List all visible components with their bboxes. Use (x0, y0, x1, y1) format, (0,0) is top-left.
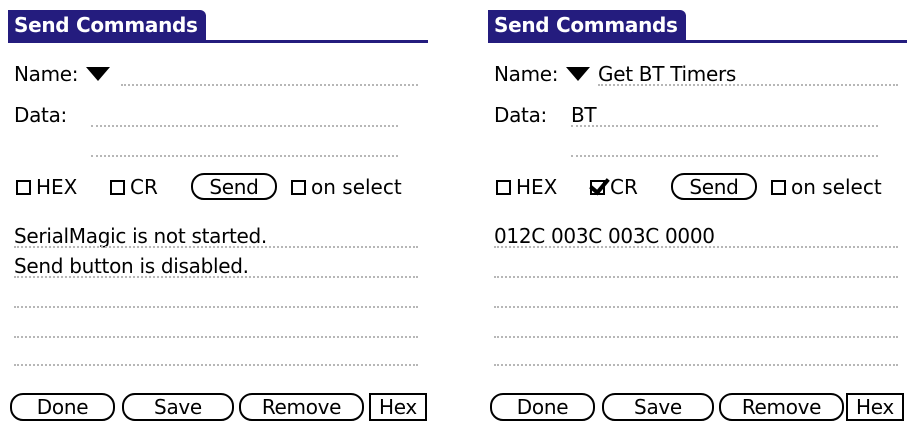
remove-button[interactable]: Remove (719, 393, 844, 421)
remove-button[interactable]: Remove (239, 393, 364, 421)
output-rule-1 (14, 246, 418, 248)
hex-checkbox-label: HEX (36, 175, 78, 199)
title-bar: Send Commands (488, 10, 907, 45)
on-select-checkbox[interactable]: on select (771, 175, 882, 199)
data-label: Data: (14, 103, 67, 127)
send-commands-screen-right: Send Commands Name: Get BT Timers Data: … (488, 0, 907, 425)
cr-checkbox-box[interactable] (110, 179, 125, 195)
cr-checkbox[interactable]: CR (110, 175, 158, 199)
send-button[interactable]: Send (191, 173, 277, 200)
save-button[interactable]: Save (602, 393, 714, 421)
data-field-line-2 (91, 155, 398, 157)
hex-checkbox-label: HEX (516, 175, 558, 199)
cr-checkbox[interactable]: CR (590, 175, 638, 199)
on-select-checkbox-label: on select (791, 175, 882, 199)
send-button[interactable]: Send (671, 173, 757, 200)
on-select-checkbox-box[interactable] (291, 179, 306, 195)
on-select-checkbox-box[interactable] (771, 179, 786, 195)
on-select-checkbox[interactable]: on select (291, 175, 402, 199)
output-rule-1 (494, 246, 898, 248)
name-dropdown-triangle-icon[interactable] (566, 67, 590, 81)
title-bar: Send Commands (8, 10, 428, 45)
name-dropdown-triangle-icon[interactable] (86, 67, 110, 81)
output-rule-3 (494, 306, 898, 308)
cr-checkbox-label: CR (130, 175, 158, 199)
hex-checkbox[interactable]: HEX (16, 175, 77, 199)
data-label: Data: (494, 103, 547, 127)
data-field-line-1 (91, 125, 398, 127)
output-rule-5 (14, 364, 418, 366)
output-line-2: Send button is disabled. (14, 254, 249, 278)
name-field-line (121, 84, 418, 86)
output-rule-2 (494, 276, 898, 278)
name-value[interactable]: Get BT Timers (598, 62, 736, 86)
output-rule-3 (14, 306, 418, 308)
send-commands-screen-left: Send Commands Name: Data: HEX CR Send on… (8, 0, 428, 425)
form-title: Send Commands (8, 10, 206, 40)
hex-button[interactable]: Hex (846, 393, 904, 421)
output-rule-5 (494, 364, 898, 366)
output-line-1: 012C 003C 003C 0000 (494, 224, 715, 248)
title-rule (8, 40, 428, 43)
data-field-line-1 (571, 125, 878, 127)
done-button[interactable]: Done (10, 393, 115, 421)
output-rule-2 (14, 276, 418, 278)
name-field-line (598, 84, 898, 86)
cr-checkbox-label: CR (610, 175, 638, 199)
title-rule (488, 40, 907, 43)
hex-checkbox-box[interactable] (496, 179, 511, 195)
output-rule-4 (494, 336, 898, 338)
data-field-line-2 (571, 155, 878, 157)
name-label: Name: (14, 62, 79, 86)
cr-checkbox-box-checked[interactable] (590, 179, 605, 195)
save-button[interactable]: Save (122, 393, 234, 421)
hex-button[interactable]: Hex (369, 393, 427, 421)
data-field[interactable]: BT (571, 103, 597, 127)
hex-checkbox-box[interactable] (16, 179, 31, 195)
done-button[interactable]: Done (490, 393, 595, 421)
hex-checkbox[interactable]: HEX (496, 175, 557, 199)
output-line-1: SerialMagic is not started. (14, 224, 267, 248)
form-title: Send Commands (488, 10, 686, 40)
name-label: Name: (494, 62, 559, 86)
on-select-checkbox-label: on select (311, 175, 402, 199)
output-rule-4 (14, 336, 418, 338)
